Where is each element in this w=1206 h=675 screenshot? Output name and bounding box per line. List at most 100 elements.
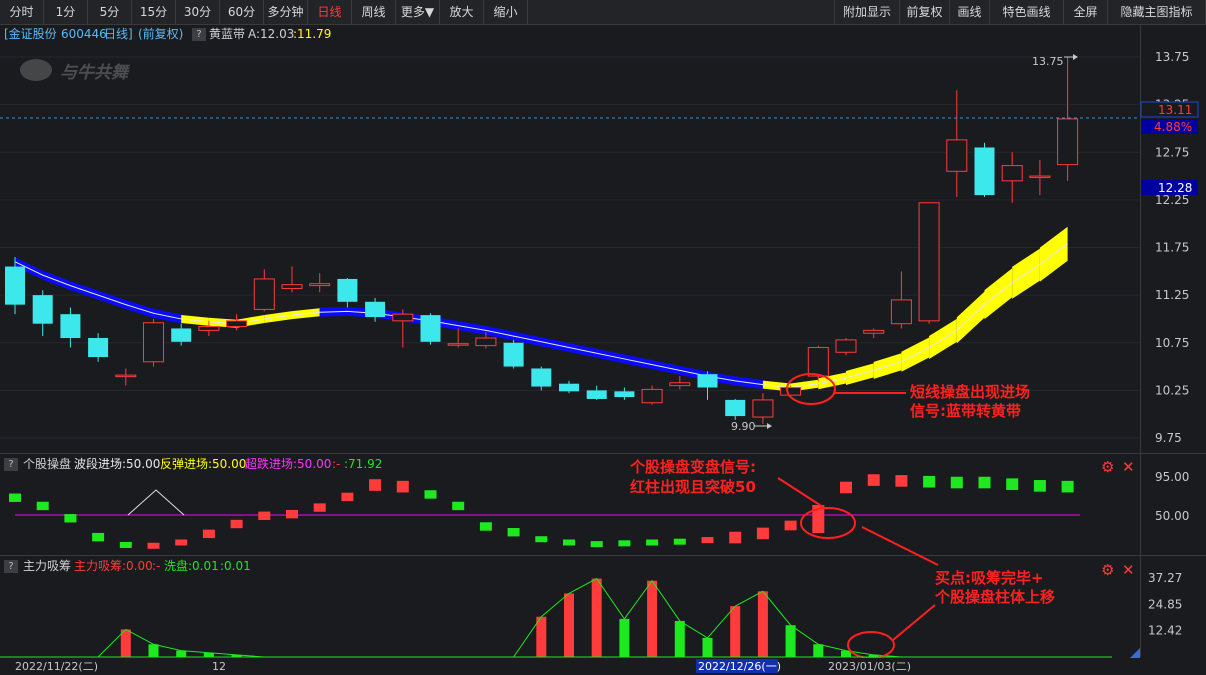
candle[interactable] <box>918 202 940 324</box>
sub1-triangle <box>127 489 185 516</box>
sub2-bar <box>591 578 602 657</box>
sub1-bar <box>867 474 880 486</box>
candle[interactable] <box>669 376 691 390</box>
annotation-entry-signal-2: 信号:蓝带转黄带 <box>910 402 1021 420</box>
candle[interactable] <box>60 307 81 348</box>
y-tick-label: 9.75 <box>1155 431 1182 445</box>
candle[interactable] <box>641 385 663 405</box>
candle[interactable] <box>752 393 774 424</box>
candle[interactable] <box>725 398 746 420</box>
candle-body <box>115 374 137 378</box>
candle[interactable] <box>614 387 635 400</box>
candle[interactable] <box>447 328 469 348</box>
sub2-bar <box>647 580 658 657</box>
candle[interactable] <box>143 318 164 367</box>
candle[interactable] <box>559 380 579 394</box>
candle[interactable] <box>392 309 414 348</box>
sub1-bar <box>618 540 631 547</box>
candle[interactable] <box>226 314 248 331</box>
candle-body <box>5 266 25 305</box>
sub2-signal-pointer <box>892 604 936 641</box>
resize-corner-icon[interactable] <box>1130 648 1140 658</box>
candle[interactable] <box>835 337 857 356</box>
candle-body <box>226 320 248 328</box>
sub2-tick-label: 12.42 <box>1148 624 1182 638</box>
sub2-bar <box>757 591 768 657</box>
sub1-close-icon[interactable]: ✕ <box>1122 458 1135 476</box>
sub2-close-icon[interactable]: ✕ <box>1122 561 1135 579</box>
candle-body <box>392 313 414 322</box>
candle-body <box>337 278 358 302</box>
sub1-bar <box>507 528 520 537</box>
y-tick-label: 11.75 <box>1155 241 1189 255</box>
candle-body <box>1057 118 1079 166</box>
sub1-bar <box>119 541 132 548</box>
sub2-gear-icon[interactable]: ⚙ <box>1101 561 1114 579</box>
candle[interactable] <box>420 313 441 345</box>
y-tick-label: 12.75 <box>1155 145 1189 159</box>
date-label-4: 2023/01/03(二) <box>828 660 911 673</box>
candle[interactable] <box>863 328 885 338</box>
candle[interactable] <box>780 385 802 398</box>
candle-body <box>143 322 164 363</box>
sub1-bar <box>92 532 105 542</box>
candle-body <box>752 399 774 418</box>
candle-body <box>974 147 995 196</box>
candle[interactable] <box>697 371 718 400</box>
candle-body <box>281 284 303 289</box>
kline-chart[interactable]: 与牛共舞 13.7513.2512.7512.2511.7511.2510.75… <box>0 0 1206 675</box>
date-axis <box>0 658 1206 675</box>
candle[interactable] <box>946 90 968 198</box>
candle[interactable] <box>503 339 524 369</box>
buy-pointer <box>861 526 939 566</box>
candle-body <box>780 387 802 396</box>
candle[interactable] <box>115 368 137 386</box>
candle[interactable] <box>281 266 303 293</box>
candle-body <box>171 328 192 342</box>
sub1-bar <box>396 480 409 493</box>
sub1-bar <box>978 476 991 489</box>
candle-body <box>835 339 857 353</box>
candle[interactable] <box>890 271 912 329</box>
date-label-1: 2022/11/22(二) <box>15 660 98 673</box>
candle-body <box>253 278 275 310</box>
sub1-bar <box>1006 478 1019 490</box>
sub1-bar <box>202 529 215 539</box>
candle[interactable] <box>32 290 53 337</box>
sub1-gear-icon[interactable]: ⚙ <box>1101 458 1114 476</box>
sub1-bar <box>535 536 548 543</box>
sub1-bar <box>424 490 437 499</box>
sub1-bar <box>923 475 936 488</box>
candle[interactable] <box>974 142 995 198</box>
sub1-bar <box>673 538 686 545</box>
candle-body <box>807 347 829 377</box>
sub2-bar <box>564 593 574 657</box>
sub1-tick-label: 50.00 <box>1155 509 1189 523</box>
candle[interactable] <box>337 277 358 308</box>
candle[interactable] <box>1057 57 1079 181</box>
candle-body <box>531 368 552 387</box>
candle[interactable] <box>1029 159 1051 196</box>
high-label: 13.75 <box>1032 55 1064 68</box>
date-label-3: 2022/12/26(一) <box>698 660 781 673</box>
sub1-bar <box>895 475 908 487</box>
candle-body <box>614 391 635 398</box>
candle[interactable] <box>586 385 607 400</box>
candle[interactable] <box>531 366 552 391</box>
sub1-signal-pointer <box>777 477 824 508</box>
sub2-bar <box>813 644 824 657</box>
sub1-bar <box>9 493 21 502</box>
annotation-buy-1: 买点:吸筹完毕+ <box>935 569 1044 587</box>
candle-body <box>88 337 109 358</box>
candle-body <box>309 283 331 287</box>
sub2-bar <box>702 637 713 657</box>
candle[interactable] <box>1001 152 1023 203</box>
y-tick-label: 10.75 <box>1155 336 1189 350</box>
candle[interactable] <box>88 333 109 362</box>
sub1-bar <box>258 511 271 520</box>
sub1-bar <box>1061 480 1074 493</box>
sub1-bar <box>784 520 797 531</box>
sub1-bar <box>341 492 354 502</box>
candle[interactable] <box>253 269 275 312</box>
candle[interactable] <box>309 273 331 293</box>
